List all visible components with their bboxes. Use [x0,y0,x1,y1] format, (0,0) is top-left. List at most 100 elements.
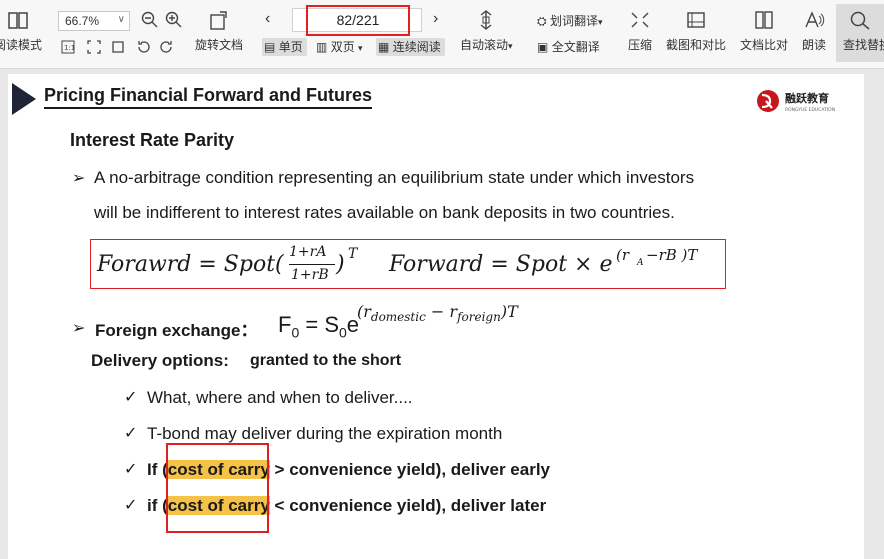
screenshot-icon [687,12,705,28]
read-aloud-label: 朗读 [802,38,827,52]
title-marker [12,83,36,115]
fit-page-icon[interactable] [87,40,101,54]
next-page-button[interactable]: › [433,11,438,27]
actual-size-icon[interactable]: 1:1 [61,40,75,54]
fx-exponent: (rdomestic − rforeign)T [357,302,518,324]
delivery-value: granted to the short [250,352,402,369]
auto-scroll-icon [480,10,492,30]
rotate-left-icon[interactable] [136,40,150,54]
doc-compare-label: 文档比对 [740,38,789,52]
word-translate-button[interactable]: ⛭ 划词翻译▾ [537,14,603,29]
check-item-1: What, where and when to deliver.... [147,388,413,407]
fx-foreign: foreign [457,310,501,325]
formula-right-rest: −rB )T [646,246,698,264]
formula-close: ) [336,252,345,277]
slide-title: Pricing Financial Forward and Futures [44,84,373,109]
double-page-button[interactable]: ▥ 双页 ▾ [316,40,363,55]
toolbar: 阅读模式 66.7% ∨ 1:1 旋转文档 ▤ 单页 ▥ 双页 ▾ ▦ 连续阅读… [0,0,884,69]
svg-text:1:1: 1:1 [64,44,75,52]
doc-compare-button[interactable]: 文档比对 [740,10,788,53]
prev-page-button[interactable]: ‹ [265,11,270,27]
logo-mark: 融跃教育 RONGYUE EDUCATION [757,90,835,113]
bullet1-line2: will be indifferent to interest rates av… [94,203,675,222]
find-replace-button[interactable]: 查找替换 [836,4,884,62]
bullet1-line1: A no-arbitrage condition representing an… [94,168,695,187]
single-page-button[interactable]: ▤ 单页 [262,38,307,56]
compress-icon [631,12,649,28]
zoom-select[interactable]: 66.7% ∨ [58,11,130,31]
zoom-in-icon[interactable] [165,11,183,29]
chevron-down-icon: ▾ [358,43,363,53]
check-item-2: T-bond may deliver during the expiration… [147,424,503,443]
svg-text:RONGYUE EDUCATION: RONGYUE EDUCATION [785,107,835,113]
speaker-icon [805,11,825,28]
full-translate-label: 全文翻译 [551,40,600,54]
read-mode-label: 阅读模式 [0,38,43,52]
fx-minus: − r [425,302,458,321]
read-mode-button[interactable]: 阅读模式 [0,10,42,53]
continuous-icon: ▦ [378,40,390,54]
doc-compare-icon [755,11,773,29]
formula-left: Forawrd = Spot( [97,252,284,277]
full-translate-icon: ▣ [537,40,549,54]
formula-exponent: T [348,246,358,262]
zoom-value: 66.7% [65,14,100,28]
delivery-label: Delivery options: [91,351,229,370]
section-heading: Interest Rate Parity [70,130,235,150]
screenshot-compare-button[interactable]: 截图和对比 [666,10,726,53]
fx-s-sub0: 0 [339,324,347,341]
fx-label: Foreign exchange： [95,321,258,340]
double-page-label: 双页 [330,40,355,54]
read-aloud-button[interactable]: 朗读 [802,10,826,53]
fraction-bar [289,264,335,265]
check-icon: ✓ [124,425,138,442]
check-icon: ✓ [124,461,138,478]
translate-icon: ⛭ [537,14,547,28]
check-icon: ✓ [124,497,138,514]
rotate-document-button[interactable]: 旋转文档 [195,10,243,53]
annotation-box [166,443,269,533]
continuous-read-button[interactable]: ▦ 连续阅读 [376,38,445,56]
fx-eq: = S [299,312,339,337]
full-translate-button[interactable]: ▣ 全文翻译 [537,40,600,54]
compress-button[interactable]: 压缩 [628,10,652,53]
rotate-document-icon [210,11,227,30]
fx-exp-open: (r [357,302,371,321]
rotate-right-icon[interactable] [160,40,174,54]
chevron-down-icon: ▾ [597,17,603,27]
logo: 融跃教育 RONGYUE EDUCATION [756,88,842,119]
formula-right-exp: (r [616,246,630,264]
check3-pre: If ( [147,460,168,479]
word-translate-label: 划词翻译 [549,14,598,28]
find-replace-label: 查找替换 [843,38,884,52]
single-page-label: 单页 [278,40,303,54]
zoom-out-icon[interactable] [141,11,159,29]
fx-f: F [278,312,292,337]
formula-numerator: 1+rA [289,244,327,260]
check3-post: > convenience yield), deliver early [269,460,550,479]
compress-label: 压缩 [628,38,653,52]
check4-post: < convenience yield), deliver later [269,496,547,515]
book-icon [8,12,28,29]
continuous-label: 连续阅读 [392,40,441,54]
double-page-icon: ▥ [316,40,328,54]
page-indicator[interactable]: 82/221 [306,5,410,36]
arrow-bullet-icon: ➢ [72,170,86,187]
fx-exp-close: )T [500,302,518,321]
formula-right-sub: A [637,258,644,268]
fx-formula: F0 = S0e [278,312,359,340]
formula-box: Forawrd = Spot( 1+rA 1+rB ) T Forward = … [90,239,726,289]
search-icon [850,11,870,30]
check-icon: ✓ [124,389,138,406]
fx-domestic: domestic [370,310,426,325]
svg-text:融跃教育: 融跃教育 [785,91,829,105]
chevron-down-icon: ▾ [508,41,513,51]
auto-scroll-label: 自动滚动 [460,38,509,52]
formula-right: Forward = Spot × e [389,252,613,277]
arrow-bullet-icon: ➢ [72,320,86,337]
check4-pre: if ( [147,496,168,515]
chevron-down-icon: ∨ [117,14,125,25]
fit-width-icon[interactable] [111,40,125,54]
formula-denominator: 1+rB [291,267,329,283]
auto-scroll-button[interactable]: 自动滚动▾ [460,10,513,53]
